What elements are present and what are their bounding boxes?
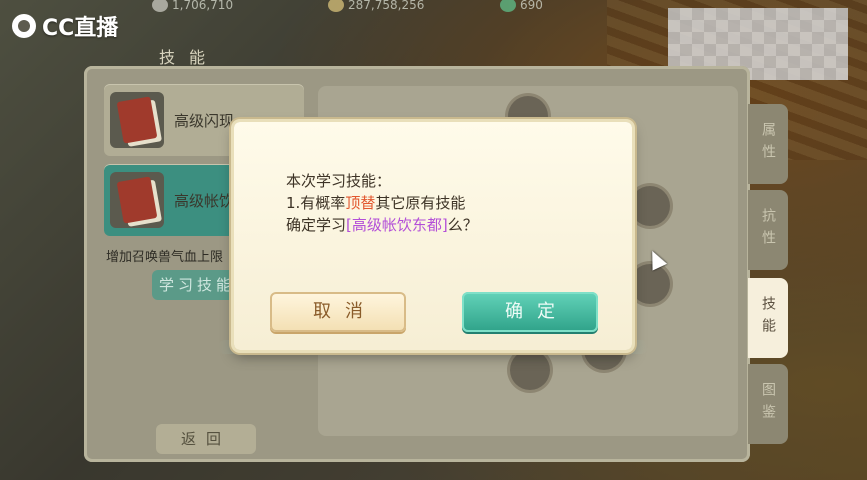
message-text: 1.有概率 — [286, 194, 346, 212]
cc-logo-icon — [12, 14, 36, 38]
gold-resource: 287,758,256 — [328, 0, 424, 12]
panel-title: 技能 — [158, 48, 219, 67]
watermark-text: CC直播 — [42, 16, 119, 41]
skill-book-icon — [110, 172, 164, 228]
stream-watermark: CC直播 — [12, 10, 118, 42]
silver-resource: 1,706,710 — [152, 0, 233, 12]
tab-attributes[interactable]: 属性 — [748, 104, 788, 184]
skill-description: 增加召唤兽气血上限 — [106, 250, 224, 265]
skill-name-highlight: [高级帐饮东都] — [346, 216, 448, 234]
back-button[interactable]: 返回 — [156, 424, 256, 454]
gem-icon — [500, 0, 516, 12]
skill-slot[interactable] — [630, 186, 670, 226]
confirm-button[interactable]: 确定 — [462, 292, 598, 332]
gem-amount: 690 — [520, 0, 543, 12]
learn-skill-button[interactable]: 学习技能 — [152, 270, 242, 300]
dialog-message: 本次学习技能： 1.有概率顶替其它原有技能 确定学习[高级帐饮东都]么？ — [286, 170, 478, 236]
silver-coin-icon — [152, 0, 168, 12]
gold-amount: 287,758,256 — [348, 0, 425, 12]
replace-warning: 顶替 — [345, 194, 376, 212]
skill-slot[interactable] — [510, 350, 550, 390]
cancel-button[interactable]: 取消 — [270, 292, 406, 332]
message-line-3: 确定学习[高级帐饮东都]么？ — [286, 214, 478, 236]
tab-codex[interactable]: 图鉴 — [748, 364, 788, 444]
gold-coin-icon — [328, 0, 344, 12]
skill-book-icon — [110, 92, 164, 148]
message-line-1: 本次学习技能： — [286, 172, 392, 190]
message-text: 其它原有技能 — [375, 194, 466, 212]
tab-skills[interactable]: 技能 — [748, 278, 788, 358]
skill-name: 高级闪现 — [174, 112, 235, 130]
message-line-2: 1.有概率顶替其它原有技能 — [286, 192, 478, 214]
message-text: 么？ — [447, 216, 478, 234]
tab-resistance[interactable]: 抗性 — [748, 190, 788, 270]
message-text: 确定学习 — [286, 216, 347, 234]
gem-resource: 690 — [500, 0, 543, 12]
silver-amount: 1,706,710 — [172, 0, 234, 12]
skill-slot[interactable] — [630, 264, 670, 304]
